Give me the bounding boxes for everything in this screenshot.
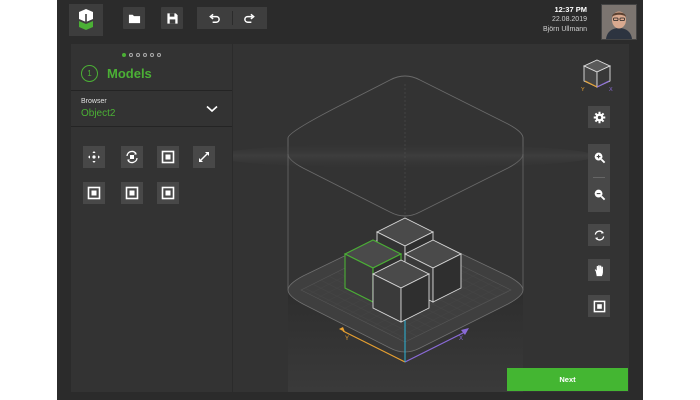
rotate-tool-button[interactable]: [121, 146, 143, 168]
zoom-out-icon: [594, 189, 605, 200]
panel-divider: [71, 126, 232, 127]
scale-icon: [199, 152, 209, 162]
frame-icon: [161, 150, 175, 164]
models-panel: 1 Models Browser Object2: [71, 44, 232, 392]
clock-time: 12:37 PM: [554, 5, 587, 14]
step-dot-6[interactable]: [157, 53, 161, 57]
open-file-button[interactable]: [123, 7, 145, 29]
scale-tool-button[interactable]: [193, 146, 215, 168]
history-group: [197, 7, 267, 29]
view-orientation-cube[interactable]: Y X: [579, 57, 615, 93]
step-dot-3[interactable]: [136, 53, 140, 57]
app-frame: 12:37 PM 22.08.2019 Björn Ullmann 1 Mode…: [57, 0, 643, 400]
view-cube-label-y: Y: [581, 87, 585, 93]
zoom-out-button[interactable]: [588, 183, 610, 205]
frame-icon: [87, 186, 101, 200]
frame-tool-button[interactable]: [157, 146, 179, 168]
frame-icon: [161, 186, 175, 200]
chevron-down-icon[interactable]: [205, 104, 219, 114]
axis-label-y: Y: [345, 336, 349, 342]
step-indicator: [122, 53, 161, 57]
rotate-view-icon: [594, 229, 604, 241]
move-tool-button[interactable]: [83, 146, 105, 168]
settings-icon: [593, 111, 605, 123]
browser-label: Browser: [81, 98, 107, 105]
frame-tool-button[interactable]: [83, 182, 105, 204]
step-dot-1[interactable]: [122, 53, 126, 57]
top-bar: 12:37 PM 22.08.2019 Björn Ullmann: [57, 0, 643, 42]
frame-tool-button[interactable]: [121, 182, 143, 204]
folder-icon: [128, 14, 140, 23]
3d-viewport[interactable]: Y X Z: [233, 44, 629, 392]
step-dot-4[interactable]: [143, 53, 147, 57]
fit-frame-icon: [593, 300, 605, 312]
fit-view-button[interactable]: [588, 295, 610, 317]
rotate-view-button[interactable]: [588, 224, 610, 246]
panel-divider: [71, 90, 232, 91]
hand-pan-icon: [594, 264, 603, 276]
build-volume-scene: Y X Z: [233, 75, 595, 392]
step-badge: 1: [81, 65, 98, 82]
zoom-separator: [593, 177, 605, 178]
zoom-in-button[interactable]: [588, 146, 610, 168]
settings-button[interactable]: [588, 106, 610, 128]
avatar[interactable]: [601, 4, 637, 40]
app-logo: [69, 4, 103, 36]
rotate-icon: [126, 150, 138, 164]
browser-selected-object[interactable]: Object2: [81, 108, 115, 119]
cube-object-front: [371, 259, 431, 323]
zoom-in-icon: [594, 152, 605, 163]
save-button[interactable]: [161, 7, 183, 29]
redo-icon: [244, 13, 256, 23]
axis-label-x: X: [459, 336, 463, 342]
step-dot-2[interactable]: [129, 53, 133, 57]
view-cube-icon: Y X: [581, 59, 613, 93]
user-name: Björn Ullmann: [543, 26, 587, 33]
pan-view-button[interactable]: [588, 259, 610, 281]
user-photo-icon: [602, 5, 636, 39]
undo-icon: [208, 13, 220, 23]
zoom-controls: [588, 144, 610, 212]
clock-date: 22.08.2019: [551, 16, 587, 23]
frame-tool-button[interactable]: [157, 182, 179, 204]
app-logo-icon: [79, 9, 93, 30]
save-icon: [166, 12, 178, 24]
panel-title: Models: [107, 66, 152, 81]
undo-button[interactable]: [197, 7, 232, 29]
frame-icon: [125, 186, 139, 200]
next-button[interactable]: Next: [507, 368, 628, 391]
move-icon: [88, 151, 100, 163]
step-dot-5[interactable]: [150, 53, 154, 57]
view-cube-label-x: X: [609, 87, 613, 93]
clock-block: 12:37 PM 22.08.2019 Björn Ullmann: [543, 5, 587, 35]
redo-button[interactable]: [233, 7, 268, 29]
